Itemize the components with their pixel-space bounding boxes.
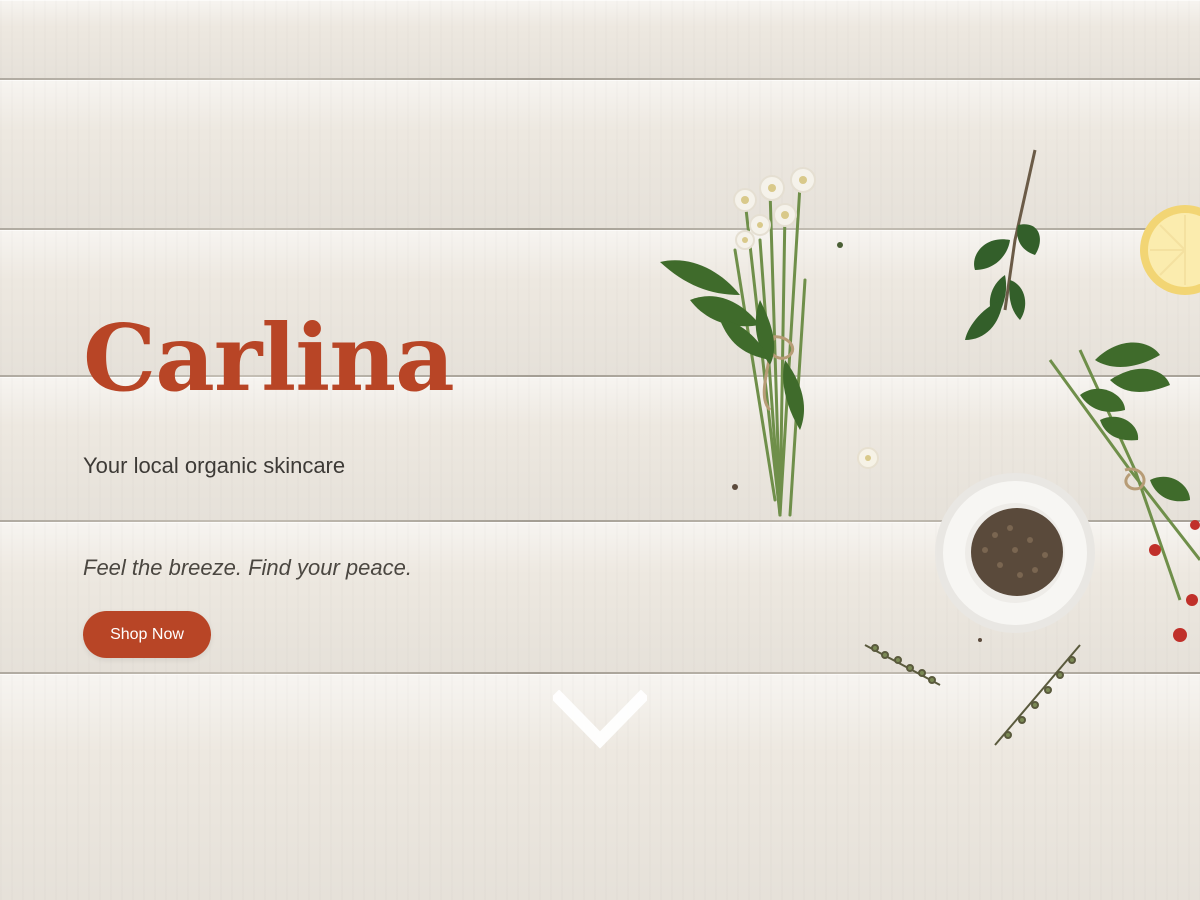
tagline: Your local organic skincare bbox=[83, 453, 346, 478]
scroll-down-button[interactable] bbox=[550, 689, 650, 752]
shop-now-button[interactable]: Shop Now bbox=[83, 611, 211, 658]
chevron-down-icon bbox=[550, 689, 650, 749]
motto: Feel the breeze. Find your peace. bbox=[83, 555, 412, 580]
hero-section: Carlina Your local organic skincare Feel… bbox=[0, 0, 1200, 900]
hero-content: Carlina Your local organic skincare Feel… bbox=[83, 0, 683, 900]
brand-title: Carlina bbox=[83, 304, 455, 412]
